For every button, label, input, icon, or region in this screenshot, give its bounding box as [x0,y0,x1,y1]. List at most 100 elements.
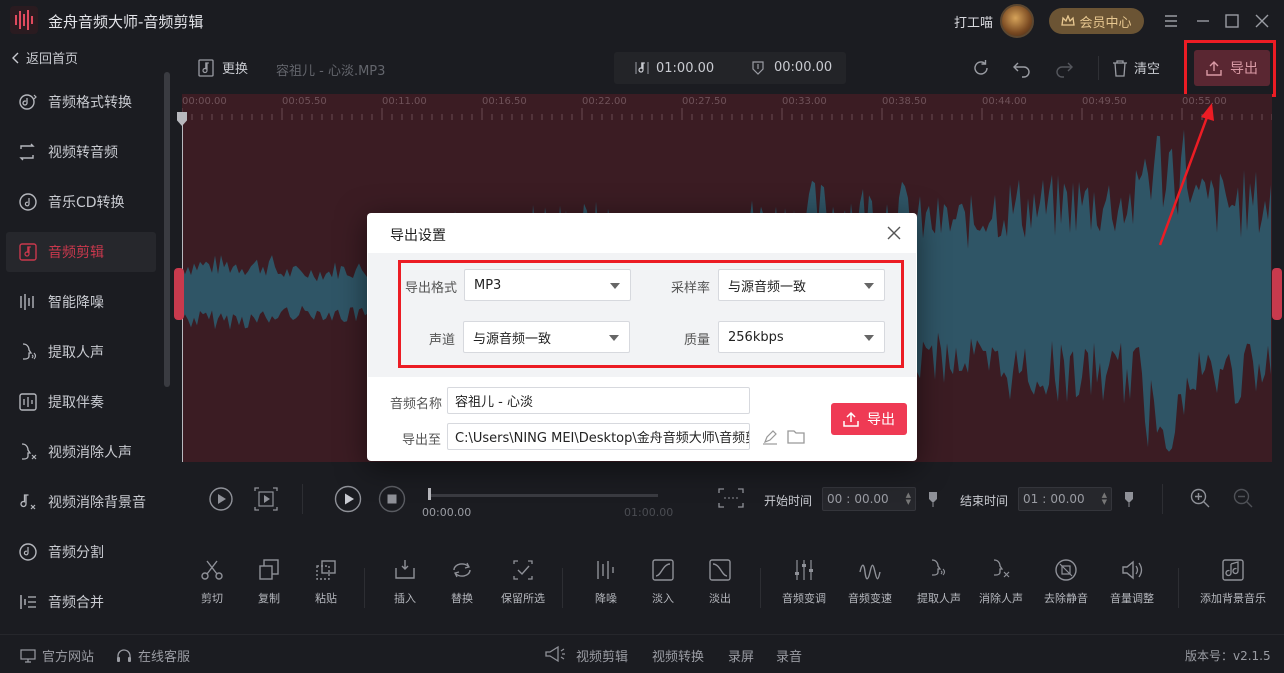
sidebar-item-1[interactable]: 音频格式转换 [6,82,156,122]
file-name: 容祖儿 - 心淡.MP3 [276,64,386,79]
current-time: 00:00.00 [752,60,832,75]
sidebar-scrollbar[interactable] [164,72,170,387]
status-link-video-edit[interactable]: 视频剪辑 [576,646,628,665]
copy-icon [259,559,279,580]
end-marker-icon[interactable] [1124,491,1134,507]
upload-icon [843,411,859,427]
tool-volume[interactable]: 音量调整 [1102,558,1162,606]
speed-icon [859,564,881,580]
menu-icon[interactable] [1160,10,1182,32]
tool-replace[interactable]: 替换 [432,558,492,606]
start-min: 00 [827,492,843,506]
sidebar-item-10[interactable]: 音频分割 [6,532,156,572]
tool-noise-reduce[interactable]: 降噪 [576,558,636,606]
tool-scissors[interactable]: 剪切 [182,558,242,606]
sidebar-item-9[interactable]: 视频消除背景音 [6,482,156,522]
clear-button[interactable]: 清空 [1112,58,1160,77]
refresh-icon[interactable] [971,58,991,78]
monitor-icon [20,648,36,663]
tool-insert[interactable]: 插入 [375,558,435,606]
playback-position: 00:00.00 [422,506,472,519]
tool-label: 音频变速 [848,592,892,605]
play-icon[interactable] [334,485,362,513]
tool-fade-out[interactable]: 淡出 [690,558,750,606]
minimize-icon[interactable] [1192,10,1214,32]
undo-icon[interactable] [1012,58,1032,78]
tool-label: 淡入 [652,592,674,605]
selection-range-icon[interactable] [718,488,744,508]
tool-paste[interactable]: 粘贴 [296,558,356,606]
crown-icon [1061,15,1076,26]
tool-label: 添加背景音乐 [1200,592,1266,605]
version-label: 版本号：v2.1.5 [1185,649,1271,663]
audio-name-input[interactable]: 容祖儿 - 心淡 [447,387,750,414]
status-link-audio-record[interactable]: 录音 [776,646,802,665]
sidebar-item-3[interactable]: 音乐CD转换 [6,182,156,222]
progress-knob[interactable] [428,488,431,500]
redo-icon[interactable] [1054,58,1074,78]
export-path-label: 导出至 [402,433,442,448]
music-file-icon [198,58,214,77]
dialog-close-icon[interactable] [885,224,903,242]
sidebar-item-6[interactable]: 提取人声 [6,332,156,372]
pitch-icon [795,560,813,580]
start-marker-icon[interactable] [928,491,938,507]
voice-extract-icon [931,559,946,576]
status-link-video-convert[interactable]: 视频转换 [652,646,704,665]
spinner-icon[interactable]: ▲ ▼ [906,492,911,506]
folder-icon[interactable] [787,429,805,444]
end-min: 01 [1023,492,1039,506]
sidebar-item-5[interactable]: 智能降噪 [6,282,156,322]
avatar[interactable] [1000,4,1034,38]
official-website-link[interactable]: 官方网站 [20,646,94,665]
tool-add-music[interactable]: 添加背景音乐 [1200,558,1266,606]
tool-fade-in[interactable]: 淡入 [633,558,693,606]
selection-handle-right[interactable] [1272,268,1282,320]
tool-keep-selection[interactable]: 保留所选 [493,558,553,606]
scissors-icon [201,560,223,580]
maximize-icon[interactable] [1221,10,1243,32]
back-home-link[interactable]: 返回首页 [12,48,78,67]
spinner-icon[interactable]: ▲ ▼ [1102,492,1107,506]
user-name[interactable]: 打工喵 [954,12,993,31]
export-path-input[interactable]: C:\Users\NING MEI\Desktop\金舟音频大师\音频剪辑 [447,423,750,450]
tool-remove-voice[interactable]: 消除人声 [970,558,1032,606]
member-center-button[interactable]: 会员中心 [1049,8,1144,34]
audio-split-icon [19,543,37,561]
end-time-input[interactable]: 01 : 00.00 ▲ ▼ [1018,487,1112,511]
tool-pitch[interactable]: 音频变调 [773,558,835,606]
close-icon[interactable] [1251,10,1273,32]
zoom-in-icon[interactable] [1190,488,1210,508]
time-ruler: 00:00.00 00:05.50 00:11.00 00:16.50 00:22.00… [182,94,1272,124]
sidebar-item-4[interactable]: 音频剪辑 [6,232,156,272]
sidebar-item-2[interactable]: 视频转音频 [6,132,156,172]
tool-speed[interactable]: 音频变速 [840,558,900,606]
start-time-input[interactable]: 00 : 00.00 ▲ ▼ [822,487,916,511]
stop-icon[interactable] [378,485,406,513]
replace-label: 更换 [222,62,249,77]
status-link-screen-record[interactable]: 录屏 [728,646,754,665]
tool-label: 音频变调 [782,592,826,605]
zoom-out-icon[interactable] [1233,488,1253,508]
dialog-title: 导出设置 [390,228,446,244]
paste-icon [316,560,336,580]
dialog-export-button[interactable]: 导出 [831,403,907,435]
ruler-label: 00:16.50 [482,96,527,107]
sidebar-item-7[interactable]: 提取伴奏 [6,382,156,422]
loop-play-icon[interactable] [208,486,234,512]
selection-handle-left[interactable] [174,268,184,320]
replace-file-button[interactable]: 更换 [198,58,248,77]
chevron-left-icon [12,52,19,63]
playback-progress[interactable] [428,494,658,497]
online-support-link[interactable]: 在线客服 [116,646,190,665]
app-logo [10,6,38,34]
edit-path-icon[interactable] [762,429,778,445]
sidebar-item-11[interactable]: 音频合并 [6,582,156,622]
remove-voice-icon [993,559,1010,578]
sidebar-item-8[interactable]: 视频消除人声 [6,432,156,472]
sidebar-item-label: 智能降噪 [48,295,104,311]
tool-remove-silence[interactable]: 去除静音 [1035,558,1097,606]
tool-voice-extract[interactable]: 提取人声 [906,558,972,606]
tool-copy[interactable]: 复制 [239,558,299,606]
play-selection-icon[interactable] [254,487,278,511]
